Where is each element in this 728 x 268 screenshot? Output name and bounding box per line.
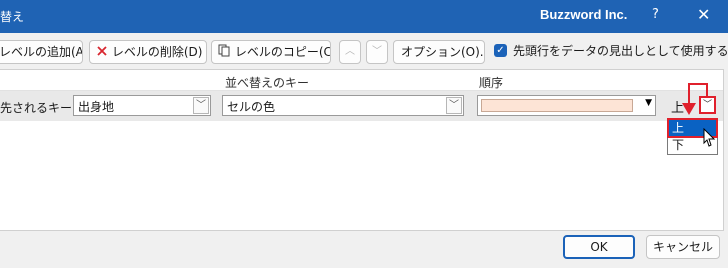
- cancel-button[interactable]: キャンセル: [646, 235, 720, 259]
- chevron-down-icon[interactable]: ﹀: [446, 97, 462, 114]
- brand-name: Buzzword Inc.: [540, 7, 628, 22]
- delete-level-label: レベルの削除(D): [111, 45, 203, 59]
- mouse-pointer-icon: [703, 128, 716, 147]
- move-up-button[interactable]: ︿: [339, 40, 361, 64]
- checkmark-icon: ✓: [496, 45, 505, 56]
- delete-x-icon: [96, 42, 108, 64]
- add-level-button[interactable]: レベルの追加(A): [0, 40, 83, 64]
- copy-level-label: レベルのコピー(C): [234, 45, 331, 59]
- ok-label: OK: [590, 240, 608, 254]
- chevron-down-icon[interactable]: ﹀: [193, 97, 209, 114]
- callout-arrowhead-icon: [682, 103, 696, 115]
- column-select-value: 出身地: [78, 100, 115, 114]
- sort-on-select[interactable]: セルの色 ﹀: [222, 95, 464, 116]
- color-select[interactable]: ▼: [477, 95, 656, 116]
- order-dropdown-button[interactable]: ﹀: [699, 96, 716, 114]
- move-down-button[interactable]: ﹀: [366, 40, 388, 64]
- callout-arrow-right: [706, 83, 708, 97]
- priority-key-label: 先されるキー: [0, 101, 73, 115]
- cancel-label: キャンセル: [652, 240, 713, 254]
- sort-key-header: 並べ替えのキー: [225, 76, 310, 90]
- add-level-label: レベルの追加(A): [0, 45, 83, 59]
- dropdown-triangle-icon[interactable]: ▼: [645, 98, 652, 108]
- header-checkbox[interactable]: ✓: [494, 44, 507, 57]
- sort-on-value: セルの色: [227, 100, 276, 114]
- header-checkbox-label: 先頭行をデータの見出しとして使用する(H): [513, 44, 728, 58]
- order-header: 順序: [479, 76, 504, 90]
- column-select[interactable]: 出身地 ﹀: [73, 95, 211, 116]
- close-button[interactable]: ✕: [697, 5, 710, 24]
- callout-arrow-top: [688, 83, 708, 85]
- delete-level-button[interactable]: レベルの削除(D): [89, 40, 207, 64]
- title-bar: 替え Buzzword Inc. ? ✕: [0, 0, 728, 33]
- copy-icon: [218, 42, 231, 64]
- window-title: 替え: [0, 10, 25, 24]
- options-button[interactable]: オプション(O)...: [393, 40, 485, 64]
- help-button[interactable]: ?: [652, 7, 659, 22]
- options-label: オプション(O)...: [401, 45, 485, 59]
- sort-dialog: レベルの追加(A) レベルの削除(D) レベルのコピー(C) ︿ ﹀ オプション…: [0, 33, 728, 268]
- ok-button[interactable]: OK: [563, 235, 635, 259]
- cell-color-swatch: [481, 99, 633, 112]
- copy-level-button[interactable]: レベルのコピー(C): [211, 40, 331, 64]
- sort-level-grid: 並べ替えのキー 順序 先されるキー 出身地 ﹀ セルの色 ﹀ ▼: [0, 69, 724, 231]
